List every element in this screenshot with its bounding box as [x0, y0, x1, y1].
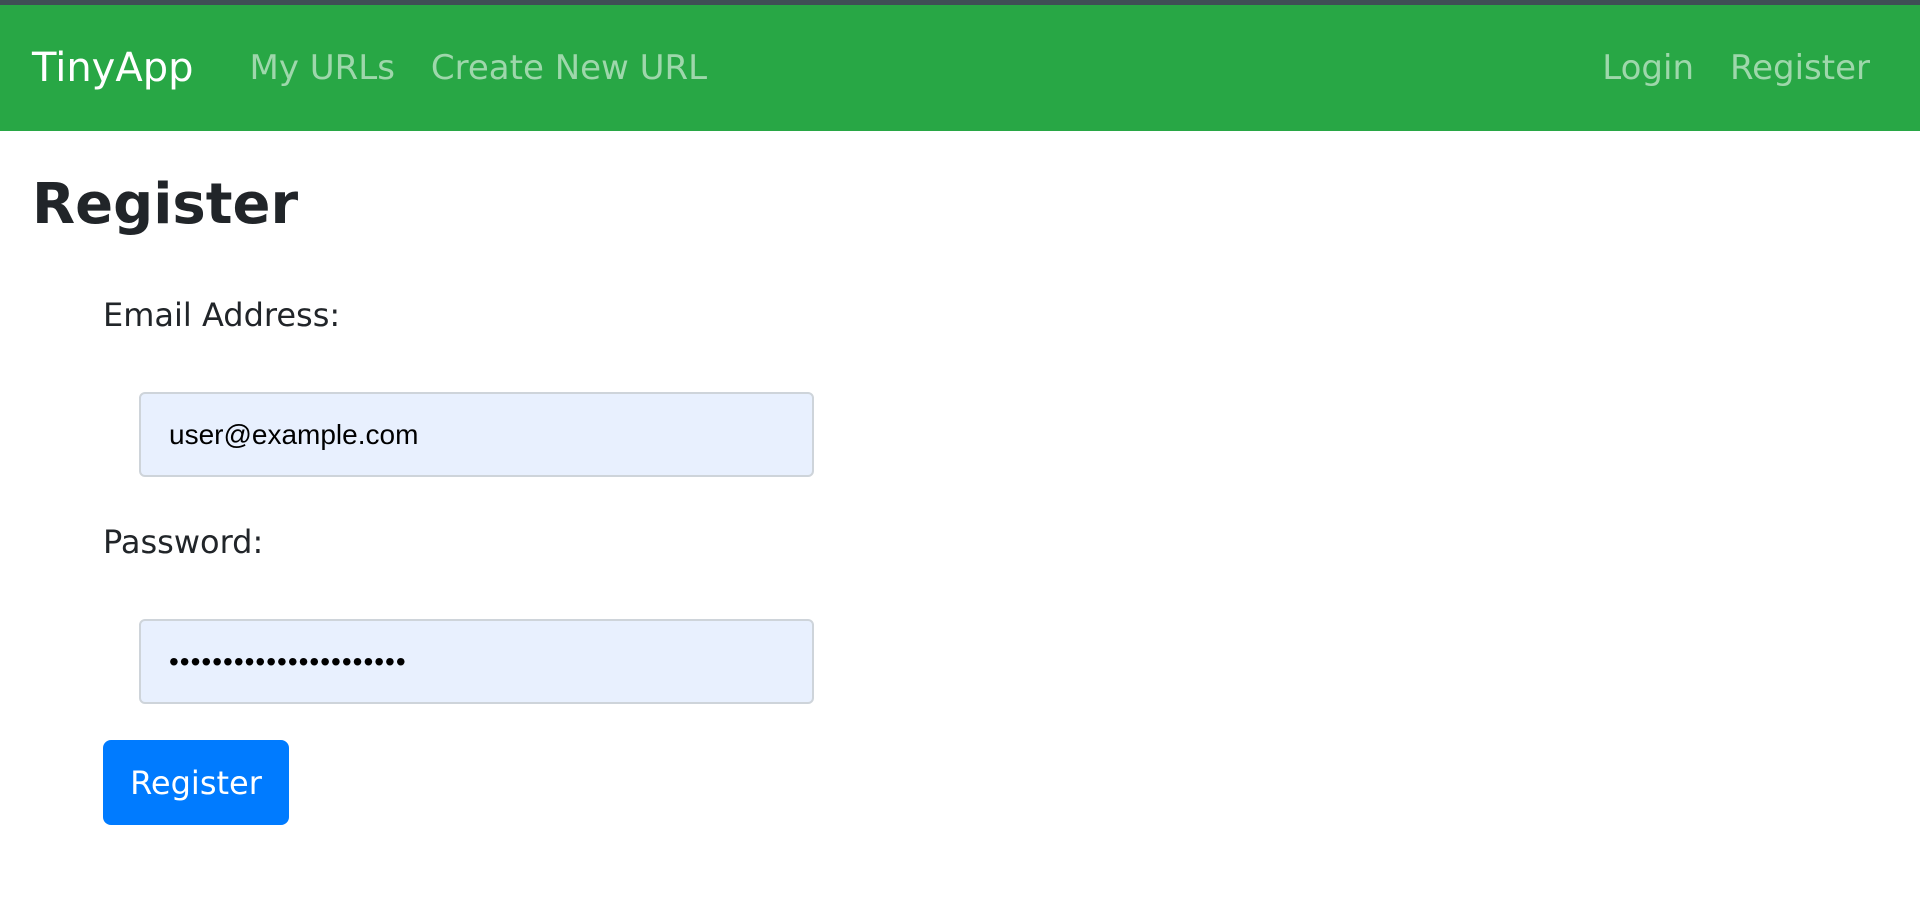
email-label: Email Address:	[103, 296, 341, 335]
top-navbar: TinyApp My URLs Create New URL Login Reg…	[0, 5, 1920, 131]
password-label: Password:	[103, 523, 264, 562]
main-content: Register Email Address: Password: Regist…	[0, 131, 1920, 826]
password-field[interactable]	[139, 619, 814, 705]
brand-link[interactable]: TinyApp	[32, 45, 193, 91]
email-field[interactable]	[139, 392, 814, 478]
register-form: Email Address: Password: Register	[32, 296, 1888, 826]
nav-left-group: My URLs Create New URL	[231, 48, 725, 88]
nav-link-my-urls[interactable]: My URLs	[249, 48, 394, 88]
page-title: Register	[32, 172, 299, 237]
nav-link-login[interactable]: Login	[1602, 48, 1694, 88]
nav-right-group: Login Register	[1584, 48, 1888, 88]
register-button[interactable]: Register	[103, 740, 289, 826]
nav-link-register[interactable]: Register	[1730, 48, 1870, 88]
nav-link-create-new-url[interactable]: Create New URL	[431, 48, 707, 88]
